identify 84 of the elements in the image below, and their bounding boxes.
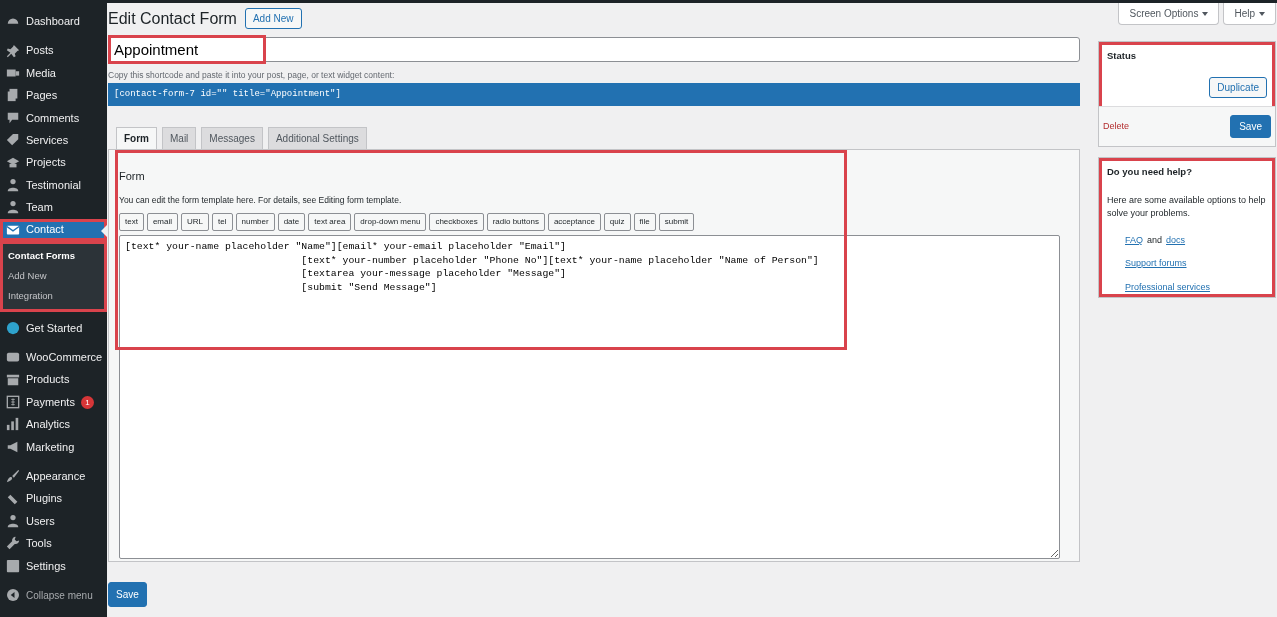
tab[interactable]: Form (116, 126, 157, 150)
page-title: Edit Contact Form (108, 8, 237, 29)
tab[interactable]: Additional Settings (267, 126, 367, 149)
pin-icon (6, 43, 20, 58)
notification-count: 1 (80, 395, 94, 409)
help-link[interactable]: FAQ (1125, 233, 1143, 248)
menu-item[interactable]: Tools (0, 532, 107, 555)
shortcode-text: [contact-form-7 id="" title="Appointment"] (108, 82, 1080, 106)
wrench-icon (6, 536, 20, 551)
menu-item[interactable]: Users (0, 509, 107, 533)
tag-generator-button[interactable]: file (633, 213, 656, 231)
menu-item[interactable]: Posts (0, 39, 107, 62)
link-separator: and (1147, 233, 1163, 247)
help-link[interactable]: Editing form template (318, 195, 399, 206)
save-button[interactable]: Save (108, 581, 147, 607)
graduation-cap-icon (6, 155, 20, 170)
brush-icon (6, 469, 20, 484)
tag-generator-button[interactable]: tel (212, 213, 233, 231)
menu-item[interactable]: Plugins (0, 487, 107, 510)
help-text: Here are some available options to help solve your problems. (1107, 193, 1267, 221)
tab[interactable]: Mail (162, 126, 197, 149)
archive-icon (6, 372, 20, 387)
tag-generator-button[interactable]: acceptance (547, 213, 601, 231)
bar-chart-icon (6, 417, 20, 432)
person-icon (6, 200, 20, 215)
tag-generator-button[interactable]: date (277, 213, 306, 231)
delete-link[interactable]: Delete (1103, 120, 1129, 134)
collapse-icon (6, 589, 20, 602)
shortcode-hint: Copy this shortcode and paste it into your post, page, or text widget content: (108, 69, 396, 82)
megaphone-icon (6, 439, 20, 454)
menu-item[interactable]: Projects (0, 151, 107, 174)
help-tab-button[interactable]: Help (1223, 3, 1276, 25)
tag-generator-button[interactable]: drop-down menu (354, 213, 427, 231)
person-icon (6, 513, 20, 528)
section-heading: Form (119, 168, 146, 184)
menu-item[interactable]: Dashboard (0, 10, 107, 33)
tag-generator-button[interactable]: email (146, 213, 179, 231)
menu-item[interactable]: Appearance (0, 465, 107, 488)
submenu-item[interactable]: Integration (0, 286, 107, 307)
person-icon (6, 177, 20, 192)
help-link[interactable]: Professional services (1125, 280, 1211, 295)
menu-item[interactable]: Products (0, 368, 107, 391)
menu-item[interactable]: Get Started (0, 316, 107, 340)
menu-item[interactable]: Marketing (0, 435, 107, 458)
tag-generator-button[interactable]: number (235, 213, 275, 231)
tag-generator-button[interactable]: text area (308, 213, 352, 231)
form-description: You can edit the form template here. For details, see Editing form template. (119, 194, 403, 207)
tag-generator-button[interactable]: checkboxes (429, 213, 484, 231)
tab[interactable]: Messages (201, 126, 263, 149)
help-link[interactable]: docs (1166, 233, 1186, 248)
title-field[interactable]: Appointment (108, 37, 1080, 62)
form-template-editor[interactable]: [text* your-name placeholder "Name"][email* your-email placeholder "Email"] [text* your-number placeholder "Phone No"][text* your-name placeholder "Name of Person"] [textarea your-message placeholder "Message"] [submit "Send Message"] (119, 235, 1060, 559)
caret-icon (1202, 12, 1209, 17)
tag-generator-button[interactable]: radio buttons (486, 213, 545, 231)
menu-item[interactable]: Team (0, 196, 107, 219)
menu-item[interactable]: Comments (0, 106, 107, 129)
add-new-button[interactable]: Add New (244, 8, 302, 29)
collapse-menu-link[interactable]: Collapse menu (0, 583, 107, 607)
menu-item[interactable]: Settings (0, 554, 107, 577)
box-title: Status (1107, 50, 1138, 62)
tag-generator-button[interactable]: submit (658, 213, 695, 231)
tag-icon (6, 133, 20, 148)
pages-icon (6, 88, 20, 103)
speech-bubble-icon (6, 110, 20, 125)
dollar-square-icon (6, 395, 20, 409)
tag-generator-button[interactable]: text (119, 213, 144, 231)
tag-generator-button[interactable]: quiz (603, 213, 631, 231)
menu-item[interactable]: Pages (0, 84, 107, 107)
caret-icon (1259, 12, 1265, 17)
menu-item[interactable]: WooCommerce (0, 346, 107, 369)
submenu-item[interactable]: Add New (0, 266, 107, 287)
save-button[interactable]: Save (1230, 115, 1271, 139)
box-title: Do you need help? (1107, 166, 1193, 178)
screen-options-button[interactable]: Screen Options (1118, 3, 1220, 25)
menu-item[interactable]: Media (0, 61, 107, 85)
help-link[interactable]: Support forums (1125, 257, 1187, 271)
menu-item[interactable]: Payments 1 (0, 390, 107, 414)
menu-item[interactable]: Testimonial (0, 173, 107, 197)
menu-item[interactable]: Analytics (0, 413, 107, 436)
submenu-item[interactable]: Contact Forms (0, 245, 107, 267)
menu-item[interactable]: Contact (0, 218, 107, 241)
duplicate-button[interactable]: Duplicate (1209, 77, 1267, 99)
menu-item[interactable]: Services (0, 128, 107, 152)
tag-generator-button[interactable]: URL (181, 213, 210, 231)
